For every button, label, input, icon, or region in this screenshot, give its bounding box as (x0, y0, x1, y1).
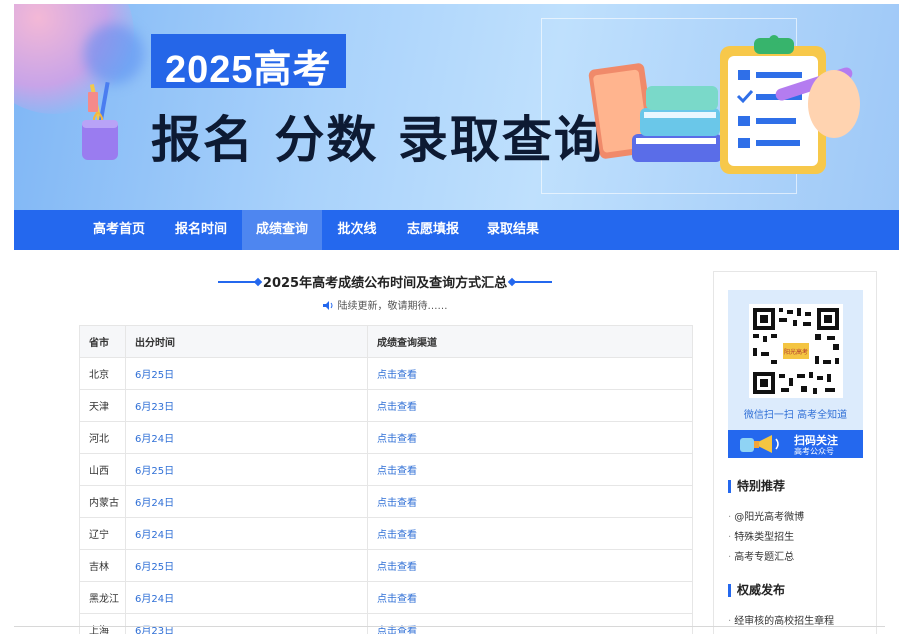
section-title-text: 2025年高考成绩公布时间及查询方式汇总 (262, 276, 508, 291)
release-date-cell: 6月25日 (125, 453, 368, 486)
megaphone-icon (740, 435, 779, 453)
sidebar: 阳光高考 微信扫一扫 高考全知道 扫码关注 高考公众号 特别推荐 @阳光高考微博… (713, 271, 877, 634)
province-cell: 河北 (79, 421, 126, 454)
section-title: 2025年高考成绩公布时间及查询方式汇总 (210, 272, 560, 292)
release-date-cell: 6月23日 (125, 389, 368, 422)
table-row: 辽宁 6月24日 点击查看 (79, 517, 693, 550)
update-notice: 陆续更新，敬请期待…… (0, 297, 770, 312)
books-illustration (588, 63, 722, 162)
release-date-cell: 6月25日 (125, 549, 368, 582)
qr-card: 阳光高考 微信扫一扫 高考全知道 扫码关注 高考公众号 (728, 290, 863, 458)
release-date-cell: 6月24日 (125, 517, 368, 550)
qr-code[interactable]: 阳光高考 (749, 304, 843, 398)
table-row: 河北 6月24日 点击查看 (79, 421, 693, 454)
province-cell: 辽宁 (79, 517, 126, 550)
query-link[interactable]: 点击查看 (367, 485, 693, 518)
featured-link[interactable]: @阳光高考微博 (728, 508, 804, 523)
query-link[interactable]: 点击查看 (367, 613, 693, 634)
section-heading-official: 权威发布 (728, 584, 785, 597)
nav-item-registration[interactable]: 报名时间 (164, 210, 238, 250)
query-link[interactable]: 点击查看 (367, 549, 693, 582)
province-cell: 吉林 (79, 549, 126, 582)
query-link[interactable]: 点击查看 (367, 357, 693, 390)
nav-item-batch-line[interactable]: 批次线 (326, 210, 388, 250)
table-row: 山西 6月25日 点击查看 (79, 453, 693, 486)
query-link[interactable]: 点击查看 (367, 421, 693, 454)
table-row: 吉林 6月25日 点击查看 (79, 549, 693, 582)
clipboard-illustration (720, 35, 860, 174)
table-header-row: 省市 出分时间 成绩查询渠道 (79, 325, 693, 358)
banner-headline: 报名 分数 录取查询 (151, 111, 606, 169)
follow-subtitle: 高考公众号 (794, 447, 834, 456)
decor-circle (84, 24, 144, 84)
divider (14, 626, 885, 627)
banner-year-title: 2025高考 (165, 49, 332, 91)
score-release-table: 省市 出分时间 成绩查询渠道 北京 6月25日 点击查看 天津 6月23日 点击… (79, 325, 693, 634)
query-link[interactable]: 点击查看 (367, 517, 693, 550)
release-date-cell: 6月25日 (125, 357, 368, 390)
notice-text: 陆续更新，敬请期待…… (337, 301, 448, 312)
release-date-cell: 6月24日 (125, 421, 368, 454)
speaker-icon (322, 301, 332, 310)
table-row: 上海 6月23日 点击查看 (79, 613, 693, 634)
province-cell: 山西 (79, 453, 126, 486)
province-cell: 内蒙古 (79, 485, 126, 518)
featured-link[interactable]: 特殊类型招生 (728, 528, 794, 543)
query-link[interactable]: 点击查看 (367, 453, 693, 486)
release-date-cell: 6月24日 (125, 581, 368, 614)
hero-banner: 2025高考 报名 分数 录取查询 (14, 4, 899, 210)
query-link[interactable]: 点击查看 (367, 581, 693, 614)
province-cell: 北京 (79, 357, 126, 390)
follow-banner[interactable]: 扫码关注 高考公众号 (728, 430, 863, 458)
province-cell: 上海 (79, 613, 126, 634)
nav-item-score-query[interactable]: 成绩查询 (242, 210, 322, 250)
table-row: 北京 6月25日 点击查看 (79, 357, 693, 390)
column-header: 出分时间 (125, 325, 368, 358)
table-row: 黑龙江 6月24日 点击查看 (79, 581, 693, 614)
pencil-cup-icon (82, 82, 118, 160)
column-header: 省市 (79, 325, 126, 358)
nav-item-admission[interactable]: 录取结果 (476, 210, 550, 250)
main-nav: 高考首页 报名时间 成绩查询 批次线 志愿填报 录取结果 (14, 210, 899, 250)
nav-item-application[interactable]: 志愿填报 (396, 210, 470, 250)
province-cell: 黑龙江 (79, 581, 126, 614)
table-row: 天津 6月23日 点击查看 (79, 389, 693, 422)
qr-caption: 微信扫一扫 高考全知道 (743, 410, 848, 421)
query-link[interactable]: 点击查看 (367, 389, 693, 422)
title-decor-line (218, 281, 258, 283)
table-row: 内蒙古 6月24日 点击查看 (79, 485, 693, 518)
column-header: 成绩查询渠道 (367, 325, 693, 358)
release-date-cell: 6月24日 (125, 485, 368, 518)
nav-item-home[interactable]: 高考首页 (82, 210, 156, 250)
province-cell: 天津 (79, 389, 126, 422)
featured-link[interactable]: 高考专题汇总 (728, 548, 794, 563)
section-heading-featured: 特别推荐 (728, 480, 785, 493)
qr-logo-text: 阳光高考 (784, 348, 808, 356)
release-date-cell: 6月23日 (125, 613, 368, 634)
title-decor-line (512, 281, 552, 283)
official-link[interactable]: 经审核的高校招生章程 (728, 612, 834, 627)
